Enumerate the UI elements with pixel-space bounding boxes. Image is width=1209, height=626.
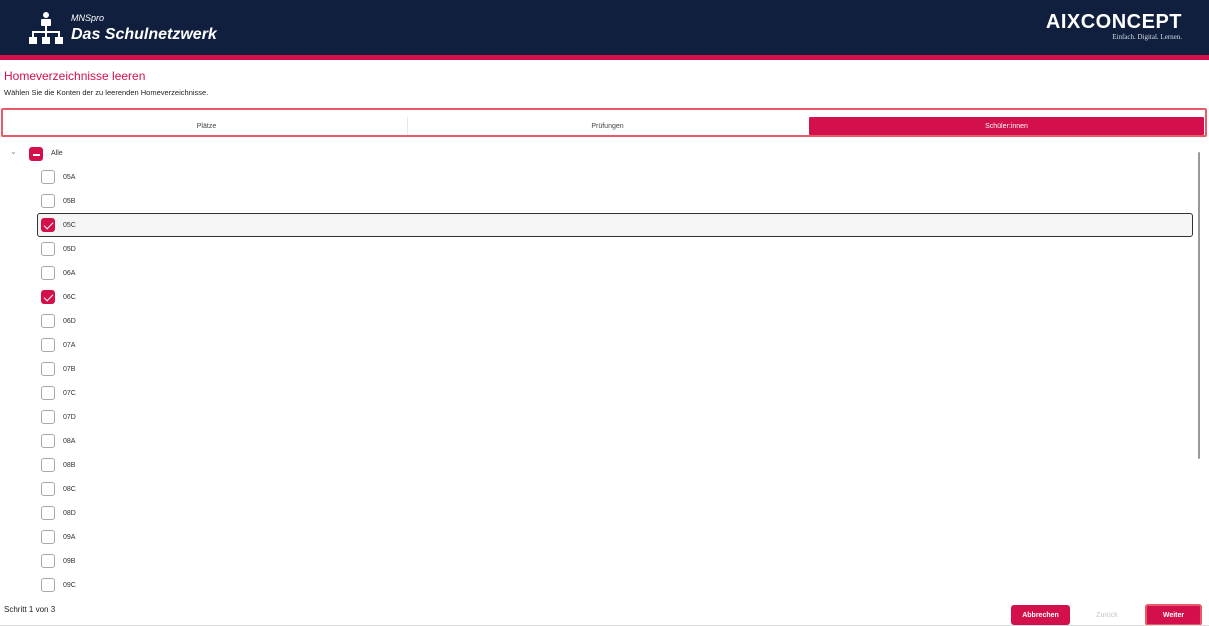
checkbox-08c[interactable] (41, 482, 55, 496)
checkbox-07c[interactable] (41, 386, 55, 400)
item-label: 06A (63, 270, 76, 277)
product-name: Das Schulnetzwerk (71, 26, 217, 43)
page-subtitle: Wählen Sie die Konten der zu leerenden H… (4, 88, 209, 97)
item-label: 07C (63, 390, 76, 397)
network-tree-icon (29, 12, 63, 44)
header-accent-bar (0, 55, 1209, 60)
page-title: Homeverzeichnisse leeren (4, 69, 146, 83)
chevron-down-icon[interactable]: ⌄ (10, 147, 17, 156)
checkbox-05a[interactable] (41, 170, 55, 184)
checkbox-all[interactable] (29, 147, 43, 161)
checkbox-09b[interactable] (41, 554, 55, 568)
checkbox-08d[interactable] (41, 506, 55, 520)
tree-item-08a[interactable]: 08A (0, 429, 1195, 453)
account-tree: ⌄ Alle 05A 05B 05C 05D 06A 06C 06D 07A 0… (0, 142, 1209, 592)
item-label: 05C (63, 222, 76, 229)
checkbox-08a[interactable] (41, 434, 55, 448)
tree-item-06a[interactable]: 06A (0, 261, 1195, 285)
tree-item-07c[interactable]: 07C (0, 381, 1195, 405)
vendor-tagline: Einfach. Digital. Lernen. (1112, 33, 1182, 41)
item-label: 08C (63, 486, 76, 493)
checkbox-06c[interactable] (41, 290, 55, 304)
item-label: 06D (63, 318, 76, 325)
checkbox-05b[interactable] (41, 194, 55, 208)
tab-pruefungen[interactable]: Prüfungen (407, 117, 807, 135)
tab-bar: Plätze Prüfungen Schüler:innen (1, 108, 1207, 137)
item-label: 09A (63, 534, 76, 541)
item-label: 05D (63, 246, 76, 253)
tree-item-09c[interactable]: 09C (0, 573, 1195, 592)
item-label: 08B (63, 462, 76, 469)
tree-item-05c[interactable]: 05C (37, 213, 1193, 237)
tree-item-07b[interactable]: 07B (0, 357, 1195, 381)
checkbox-06d[interactable] (41, 314, 55, 328)
tree-item-06c[interactable]: 06C (0, 285, 1195, 309)
tree-item-07d[interactable]: 07D (0, 405, 1195, 429)
item-label: 08D (63, 510, 76, 517)
item-label: 07D (63, 414, 76, 421)
checkbox-06a[interactable] (41, 266, 55, 280)
item-label: 09B (63, 558, 76, 565)
cancel-button[interactable]: Abbrechen (1011, 605, 1070, 625)
checkbox-05d[interactable] (41, 242, 55, 256)
checkbox-08b[interactable] (41, 458, 55, 472)
tree-item-09a[interactable]: 09A (0, 525, 1195, 549)
back-button[interactable]: Zurück (1082, 605, 1132, 625)
tab-schuelerinnen[interactable]: Schüler:innen (809, 117, 1204, 135)
tab-plaetze[interactable]: Plätze (8, 117, 405, 135)
tree-item-08b[interactable]: 08B (0, 453, 1195, 477)
vendor-logo: AIXCONCEPT (1045, 11, 1182, 33)
tree-item-08d[interactable]: 08D (0, 501, 1195, 525)
tree-root-row[interactable]: ⌄ Alle (0, 142, 1195, 166)
product-small-label: MNSpro (71, 13, 105, 23)
checkbox-07a[interactable] (41, 338, 55, 352)
item-label: 07A (63, 342, 76, 349)
item-label: 05B (63, 198, 76, 205)
checkbox-09a[interactable] (41, 530, 55, 544)
tree-item-09b[interactable]: 09B (0, 549, 1195, 573)
tree-item-07a[interactable]: 07A (0, 333, 1195, 357)
checkbox-05c[interactable] (41, 218, 55, 232)
tree-item-05b[interactable]: 05B (0, 189, 1195, 213)
item-label: 06C (63, 294, 76, 301)
checkbox-07d[interactable] (41, 410, 55, 424)
checkbox-09c[interactable] (41, 578, 55, 592)
tree-root-label: Alle (51, 150, 63, 157)
app-header: MNSpro Das Schulnetzwerk AIXCONCEPT Einf… (0, 0, 1209, 55)
item-label: 08A (63, 438, 76, 445)
item-label: 05A (63, 174, 76, 181)
next-button[interactable]: Weiter (1145, 604, 1202, 626)
tree-item-08c[interactable]: 08C (0, 477, 1195, 501)
item-label: 09C (63, 582, 76, 589)
tree-item-05a[interactable]: 05A (0, 165, 1195, 189)
tree-item-05d[interactable]: 05D (0, 237, 1195, 261)
checkbox-07b[interactable] (41, 362, 55, 376)
step-indicator: Schritt 1 von 3 (4, 605, 56, 614)
item-label: 07B (63, 366, 76, 373)
tree-scrollbar[interactable] (1198, 152, 1200, 459)
tree-item-06d[interactable]: 06D (0, 309, 1195, 333)
